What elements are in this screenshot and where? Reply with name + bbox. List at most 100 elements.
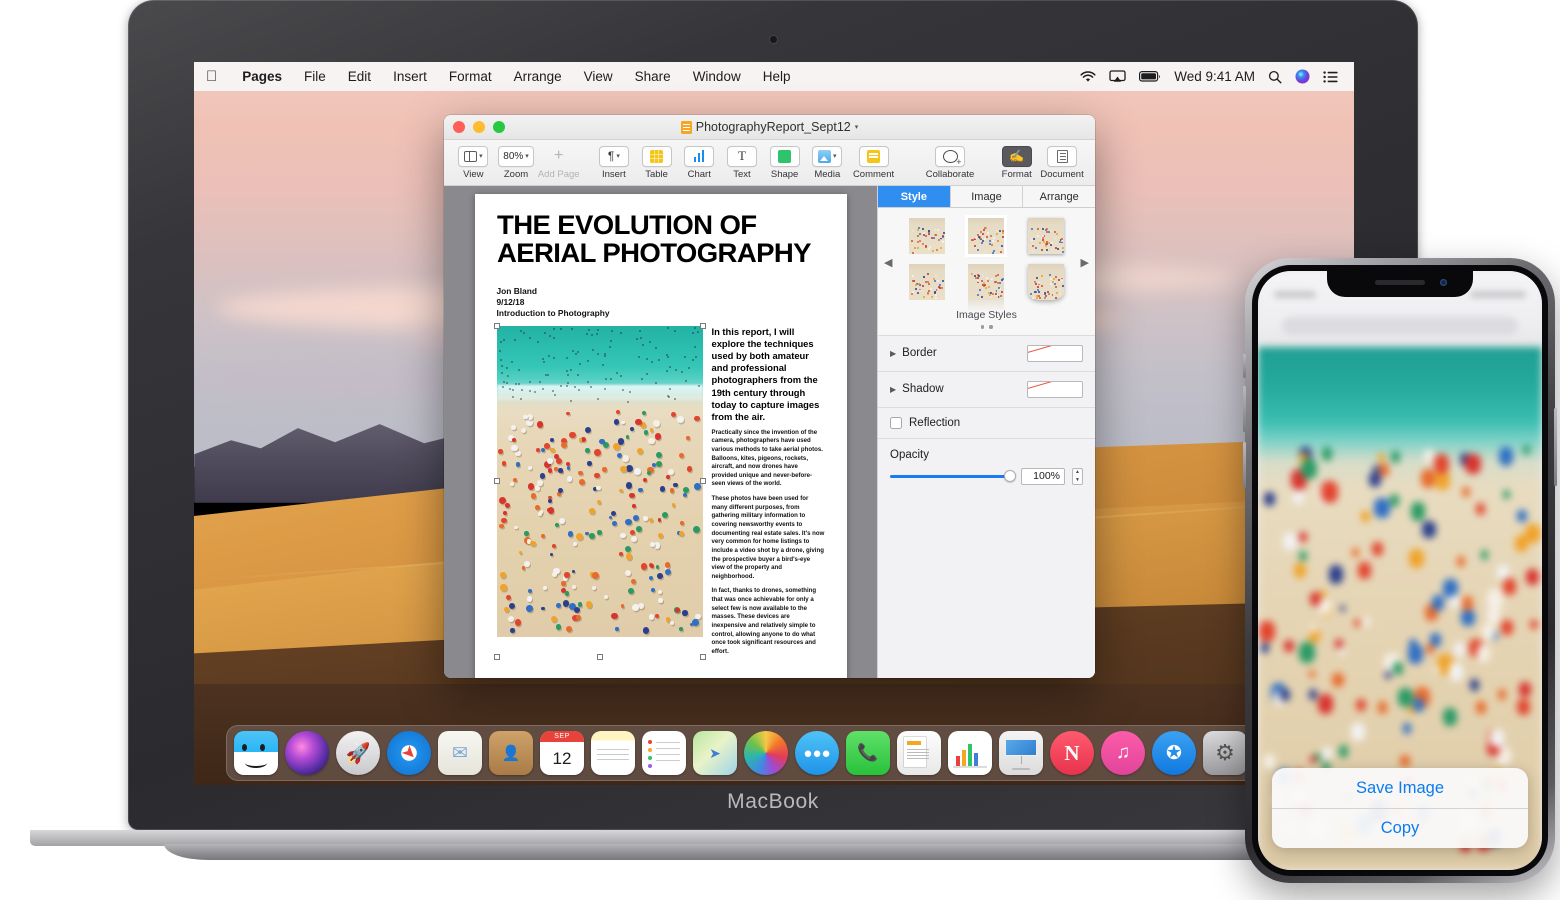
menu-window[interactable]: Window [682, 69, 752, 84]
shadow-row[interactable]: ▶ Shadow [878, 372, 1095, 408]
tab-style[interactable]: Style [878, 186, 951, 207]
border-row[interactable]: ▶ Border [878, 336, 1095, 372]
resize-handle-ml[interactable] [494, 478, 500, 484]
finder-icon[interactable] [234, 731, 278, 775]
toolbar-zoom[interactable]: 80%▾ Zoom [495, 146, 538, 180]
opacity-slider-knob[interactable] [1004, 470, 1016, 482]
menu-format[interactable]: Format [438, 69, 503, 84]
menu-help[interactable]: Help [752, 69, 802, 84]
resize-handle-tr[interactable] [700, 323, 706, 329]
photos-icon[interactable] [744, 731, 788, 775]
toolbar-add-page[interactable]: + Add Page [537, 146, 580, 180]
notes-icon[interactable] [591, 731, 635, 775]
toolbar-comment[interactable]: Comment [849, 146, 899, 180]
toolbar-format[interactable]: ✍ Format [996, 146, 1037, 180]
toolbar-document[interactable]: Document [1037, 146, 1087, 180]
resize-handle-bl[interactable] [494, 654, 500, 660]
appstore-icon[interactable]: ✪ [1152, 731, 1196, 775]
styles-prev-arrow-icon[interactable]: ◀ [884, 256, 892, 269]
messages-icon[interactable]: ●●● [795, 731, 839, 775]
numbers-icon[interactable] [948, 731, 992, 775]
control-center-icon[interactable] [1323, 71, 1338, 83]
search-icon[interactable] [1268, 70, 1282, 84]
system-preferences-icon[interactable]: ⚙ [1203, 731, 1247, 775]
calendar-icon[interactable]: SEP12 [540, 731, 584, 775]
maps-icon[interactable]: ➤ [693, 731, 737, 775]
mute-switch[interactable] [1243, 354, 1246, 378]
styles-page-dots[interactable] [878, 325, 1095, 329]
document-title-line1[interactable]: THE EVOLUTION OF [497, 212, 832, 240]
image-style-thumbnail[interactable] [1028, 264, 1064, 300]
toolbar-view[interactable]: ▾ View [452, 146, 495, 180]
tab-arrange[interactable]: Arrange [1023, 186, 1095, 207]
document-paragraph-2[interactable]: These photos have been used for many dif… [712, 495, 825, 581]
toolbar-chart[interactable]: Chart [678, 146, 721, 180]
document-paragraph-3[interactable]: In fact, thanks to drones, something tha… [712, 587, 825, 656]
window-title[interactable]: PhotographyReport_Sept12 [696, 120, 851, 134]
copy-button[interactable]: Copy [1272, 808, 1528, 848]
image-style-thumbnail[interactable] [909, 264, 945, 300]
reminders-icon[interactable] [642, 731, 686, 775]
siri-icon[interactable] [1295, 69, 1310, 84]
aerial-beach-photo[interactable] [497, 326, 703, 637]
airplay-icon[interactable] [1109, 70, 1126, 83]
toolbar-table[interactable]: Table [635, 146, 678, 180]
menu-edit[interactable]: Edit [337, 69, 382, 84]
border-disclosure-icon[interactable]: ▶ [890, 349, 896, 358]
side-button[interactable] [1554, 408, 1557, 486]
news-icon[interactable]: N [1050, 731, 1094, 775]
apple-logo-icon[interactable]:  [206, 69, 217, 84]
document-title-line2[interactable]: AERIAL PHOTOGRAPHY [497, 240, 832, 268]
volume-up-button[interactable] [1243, 386, 1246, 432]
facetime-icon[interactable]: 📞 [846, 731, 890, 775]
shadow-disclosure-icon[interactable]: ▶ [890, 385, 896, 394]
document-author[interactable]: Jon Bland [497, 286, 825, 297]
save-image-button[interactable]: Save Image [1272, 768, 1528, 808]
toolbar-insert[interactable]: ¶▾ Insert [593, 146, 636, 180]
document-paragraph-1[interactable]: Practically since the invention of the c… [712, 429, 825, 489]
contacts-icon[interactable]: 👤 [489, 731, 533, 775]
menu-pages[interactable]: Pages [231, 69, 293, 84]
safari-url-bar[interactable] [1282, 317, 1518, 335]
menu-insert[interactable]: Insert [382, 69, 438, 84]
styles-next-arrow-icon[interactable]: ▶ [1081, 256, 1089, 269]
document-image-container[interactable] [497, 326, 703, 656]
border-none-swatch[interactable] [1027, 345, 1083, 362]
opacity-slider[interactable] [890, 470, 1014, 483]
menu-view[interactable]: View [573, 69, 624, 84]
document-course[interactable]: Introduction to Photography [497, 308, 825, 319]
wifi-icon[interactable] [1080, 71, 1096, 83]
document-date[interactable]: 9/12/18 [497, 297, 825, 308]
resize-handle-tl[interactable] [494, 323, 500, 329]
itunes-icon[interactable]: ♫ [1101, 731, 1145, 775]
toolbar-media[interactable]: ▾ Media [806, 146, 849, 180]
image-style-thumbnail[interactable] [909, 218, 945, 254]
mail-icon[interactable]: ✉ [438, 731, 482, 775]
siri-icon[interactable] [285, 731, 329, 775]
keynote-icon[interactable] [999, 731, 1043, 775]
safari-icon[interactable]: ➤ [387, 731, 431, 775]
battery-icon[interactable] [1139, 71, 1161, 82]
menu-share[interactable]: Share [624, 69, 682, 84]
pages-icon[interactable] [897, 731, 941, 775]
document-canvas[interactable]: THE EVOLUTION OF AERIAL PHOTOGRAPHY Jon … [444, 186, 877, 678]
image-style-thumbnail[interactable] [968, 218, 1004, 254]
shadow-none-swatch[interactable] [1027, 381, 1083, 398]
opacity-value-field[interactable]: 100% [1021, 468, 1065, 485]
image-style-thumbnail[interactable] [1028, 218, 1064, 254]
reflection-row[interactable]: Reflection [878, 408, 1095, 439]
menu-file[interactable]: File [293, 69, 337, 84]
toolbar-text[interactable]: T Text [721, 146, 764, 180]
document-text-column[interactable]: In this report, I will explore the techn… [712, 326, 825, 656]
volume-down-button[interactable] [1243, 442, 1246, 488]
launchpad-icon[interactable]: 🚀 [336, 731, 380, 775]
opacity-stepper[interactable]: ▲▼ [1072, 468, 1083, 485]
menu-arrange[interactable]: Arrange [503, 69, 573, 84]
resize-handle-bc[interactable] [597, 654, 603, 660]
toolbar-collaborate[interactable]: Collaborate [920, 146, 980, 180]
resize-handle-br[interactable] [700, 654, 706, 660]
image-style-thumbnail[interactable] [968, 264, 1004, 300]
document-lead-paragraph[interactable]: In this report, I will explore the techn… [712, 326, 825, 422]
title-chevron-down-icon[interactable]: ▾ [855, 123, 859, 131]
tab-image[interactable]: Image [951, 186, 1024, 207]
